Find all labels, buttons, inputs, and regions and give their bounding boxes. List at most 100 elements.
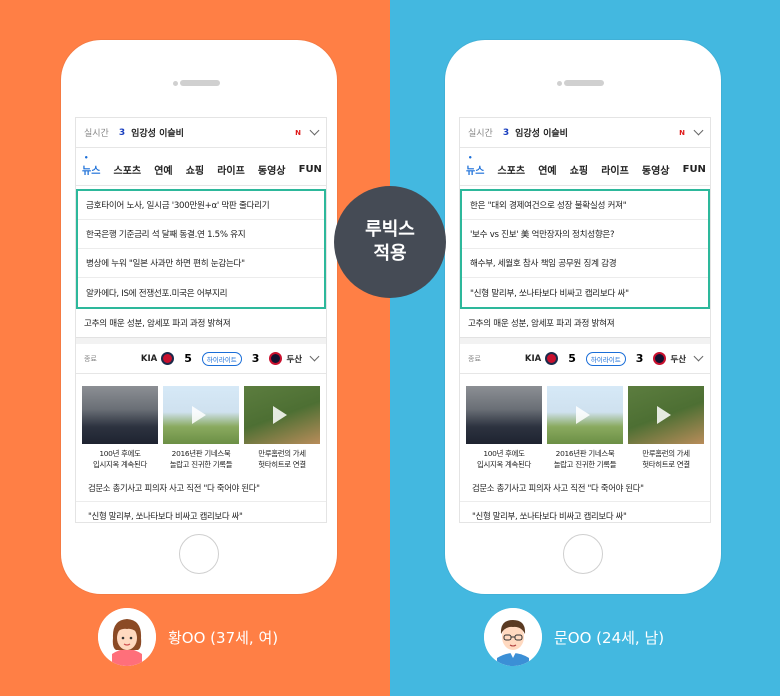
thumbnail-card[interactable]: 만루홈런의 가세 헛타히트로 연결 bbox=[628, 386, 704, 470]
thumbnail-card[interactable]: 100년 후에도 입시지옥 계속된다 bbox=[466, 386, 542, 470]
play-icon bbox=[576, 406, 590, 424]
team-score: 3 bbox=[635, 352, 644, 365]
headline-item[interactable]: "신형 말리부, 쏘나타보다 비싸고 캡리보다 싸" bbox=[462, 278, 708, 307]
news-item[interactable]: "신형 말리부, 쏘나타보다 비싸고 캡리보다 싸" bbox=[460, 502, 710, 522]
badge-line: 루빅스 bbox=[365, 219, 415, 240]
thumbnail-caption: 100년 후에도 입시지옥 계속된다 bbox=[476, 449, 532, 469]
thumbnail-card[interactable]: 만루홈런의 가세 헛타히트로 연결 bbox=[244, 386, 320, 470]
kia-logo-icon bbox=[161, 352, 175, 365]
chevron-down-icon[interactable] bbox=[309, 351, 320, 362]
tab-news[interactable]: 뉴스 bbox=[466, 154, 484, 177]
thumbnail-row: 100년 후에도 입시지옥 계속된다 2016년판 기네스북 놀랍고 진귀한 기록들… bbox=[76, 374, 326, 474]
headline-item[interactable]: 병상에 누워 "일본 사과만 하면 편히 눈감는다" bbox=[78, 249, 324, 278]
woman-avatar-icon bbox=[98, 608, 156, 666]
naver-n-icon: N bbox=[679, 128, 685, 137]
badge-line: 적용 bbox=[373, 243, 407, 264]
tab-entertainment[interactable]: 연예 bbox=[154, 162, 172, 177]
team-score: 5 bbox=[568, 352, 576, 365]
baseball-photo bbox=[628, 386, 704, 444]
thumbnail-card[interactable]: 100년 후에도 입시지옥 계속된다 bbox=[82, 386, 158, 470]
person-label: 황OO (37세, 여) bbox=[168, 628, 279, 647]
chevron-down-icon[interactable] bbox=[309, 125, 320, 136]
animal-photo bbox=[163, 386, 239, 444]
game-status: 종료 bbox=[84, 354, 97, 363]
classroom-photo bbox=[466, 386, 542, 444]
tab-fun[interactable]: FUN bbox=[299, 164, 322, 175]
realtime-label: 실시간 bbox=[84, 129, 109, 139]
tab-sports[interactable]: 스포츠 bbox=[114, 162, 142, 177]
play-icon bbox=[273, 406, 287, 424]
person-right: 문OO (24세, 남) bbox=[484, 608, 664, 666]
chevron-down-icon[interactable] bbox=[693, 125, 704, 136]
phone-speaker bbox=[564, 80, 604, 86]
home-button[interactable] bbox=[179, 534, 219, 574]
tab-sports[interactable]: 스포츠 bbox=[498, 162, 526, 177]
home-button[interactable] bbox=[563, 534, 603, 574]
team-name: 두산 bbox=[670, 354, 687, 365]
phone-right: 실시간 3 임강성 이슬비 N 뉴스 스포츠 연예 쇼핑 라이프 동영상 FUN… bbox=[445, 40, 721, 594]
naver-n-icon: N bbox=[295, 128, 301, 137]
news-item[interactable]: 검문소 총기사고 피의자 사고 직전 "다 죽어야 된다" bbox=[460, 474, 710, 502]
category-tabs: 뉴스 스포츠 연예 쇼핑 라이프 동영상 FUN bbox=[76, 148, 326, 186]
headline-box: 금호타이어 노사, 일시금 '300만원+α' 막판 줄다리기 한국은행 기준금… bbox=[76, 189, 326, 309]
game-status: 종료 bbox=[468, 354, 481, 363]
phone-speaker bbox=[180, 80, 220, 86]
team-name: 두산 bbox=[286, 354, 303, 365]
applied-badge: 루빅스 적용 bbox=[334, 186, 446, 298]
headline-box: 한은 "대외 경제여건으로 성장 불확실성 커져" '보수 vs 진보' 美 억… bbox=[460, 189, 710, 309]
headline-item[interactable]: 한국은행 기준금리 석 달째 동결.연 1.5% 유지 bbox=[78, 220, 324, 249]
camera-dot bbox=[173, 81, 178, 86]
thumbnail-caption: 만루홈런의 가세 헛타히트로 연결 bbox=[258, 449, 306, 469]
tab-video[interactable]: 동영상 bbox=[258, 162, 286, 177]
mobile-screen: 실시간 3 임강성 이슬비 N 뉴스 스포츠 연예 쇼핑 라이프 동영상 FUN… bbox=[75, 117, 327, 523]
headline-item[interactable]: '보수 vs 진보' 美 억만장자의 정치성향은? bbox=[462, 220, 708, 249]
tab-fun[interactable]: FUN bbox=[683, 164, 706, 175]
highlight-button[interactable]: 하이라이트 bbox=[201, 351, 242, 366]
team-score: 3 bbox=[251, 352, 260, 365]
tab-news[interactable]: 뉴스 bbox=[82, 154, 100, 177]
thumbnail-card[interactable]: 2016년판 기네스북 놀랍고 진귀한 기록들 bbox=[547, 386, 623, 470]
person-left: 황OO (37세, 여) bbox=[98, 608, 278, 666]
tab-shopping[interactable]: 쇼핑 bbox=[186, 162, 204, 177]
camera-dot bbox=[557, 81, 562, 86]
baseball-score-bar[interactable]: 종료 KIA 5 하이라이트 3 두산 bbox=[76, 344, 326, 374]
headline-item[interactable]: 해수부, 세월호 참사 책임 공무원 징계 감경 bbox=[462, 249, 708, 278]
tab-entertainment[interactable]: 연예 bbox=[538, 162, 556, 177]
headline-item[interactable]: 고추의 매운 성분, 암세포 파괴 과정 밝혀져 bbox=[76, 309, 326, 338]
highlight-button[interactable]: 하이라이트 bbox=[585, 351, 626, 366]
team-name: KIA bbox=[140, 353, 158, 364]
animal-photo bbox=[547, 386, 623, 444]
realtime-label: 실시간 bbox=[468, 129, 493, 139]
tab-life[interactable]: 라이프 bbox=[217, 162, 245, 177]
headline-item[interactable]: 한은 "대외 경제여건으로 성장 불확실성 커져" bbox=[462, 191, 708, 220]
thumbnail-caption: 2016년판 기네스북 놀랍고 진귀한 기록들 bbox=[169, 449, 233, 469]
realtime-bar[interactable]: 실시간 3 임강성 이슬비 N bbox=[460, 118, 710, 148]
baseball-photo bbox=[244, 386, 320, 444]
headline-item[interactable]: 고추의 매운 성분, 암세포 파괴 과정 밝혀져 bbox=[460, 309, 710, 338]
realtime-keyword[interactable]: 임강성 이슬비 bbox=[515, 126, 679, 139]
tab-life[interactable]: 라이프 bbox=[601, 162, 629, 177]
thumbnail-caption: 100년 후에도 입시지옥 계속된다 bbox=[92, 449, 148, 469]
news-item[interactable]: "신형 말리부, 쏘나타보다 비싸고 캡리보다 싸" bbox=[76, 502, 326, 522]
baseball-score-bar[interactable]: 종료 KIA 5 하이라이트 3 두산 bbox=[460, 344, 710, 374]
category-tabs: 뉴스 스포츠 연예 쇼핑 라이프 동영상 FUN bbox=[460, 148, 710, 186]
doosan-logo-icon bbox=[269, 352, 283, 365]
thumbnail-card[interactable]: 2016년판 기네스북 놀랍고 진귀한 기록들 bbox=[163, 386, 239, 470]
headline-item[interactable]: 알카에다, IS에 전쟁선포.미국은 어부지리 bbox=[78, 278, 324, 307]
news-item[interactable]: 검문소 총기사고 피의자 사고 직전 "다 죽어야 된다" bbox=[76, 474, 326, 502]
tab-video[interactable]: 동영상 bbox=[642, 162, 670, 177]
realtime-keyword[interactable]: 임강성 이슬비 bbox=[131, 126, 295, 139]
man-avatar-icon bbox=[484, 608, 542, 666]
team-name: KIA bbox=[524, 353, 542, 364]
chevron-down-icon[interactable] bbox=[693, 351, 704, 362]
headline-item[interactable]: 금호타이어 노사, 일시금 '300만원+α' 막판 줄다리기 bbox=[78, 191, 324, 220]
realtime-bar[interactable]: 실시간 3 임강성 이슬비 N bbox=[76, 118, 326, 148]
thumbnail-caption: 만루홈런의 가세 헛타히트로 연결 bbox=[642, 449, 690, 469]
play-icon bbox=[657, 406, 671, 424]
play-icon bbox=[192, 406, 206, 424]
thumbnail-caption: 2016년판 기네스북 놀랍고 진귀한 기록들 bbox=[553, 449, 617, 469]
doosan-logo-icon bbox=[653, 352, 667, 365]
tab-shopping[interactable]: 쇼핑 bbox=[570, 162, 588, 177]
realtime-rank: 3 bbox=[118, 127, 126, 138]
classroom-photo bbox=[82, 386, 158, 444]
